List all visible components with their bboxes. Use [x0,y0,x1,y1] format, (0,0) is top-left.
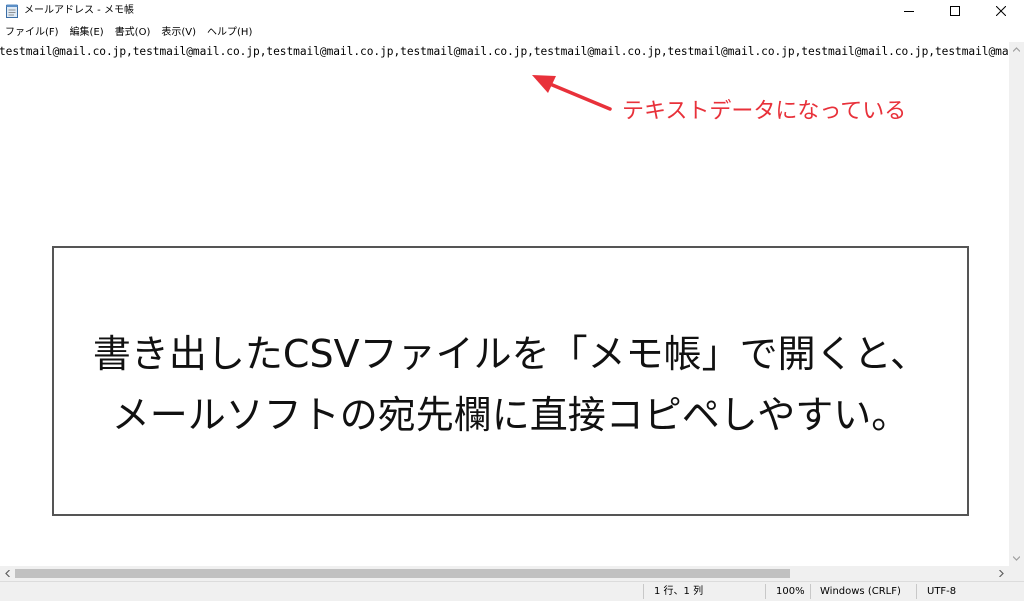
red-arrow-annotation [532,75,612,111]
maximize-button[interactable] [932,0,978,22]
status-encoding: UTF-8 [927,586,957,597]
note-box: 書き出したCSVファイルを「メモ帳」で開くと、 メールソフトの宛先欄に直接コピペ… [52,246,969,516]
status-separator [765,584,766,599]
status-cursor-position: 1 行、1 列 [654,586,704,597]
notepad-icon [6,4,18,18]
title-bar[interactable]: メールアドレス - メモ帳 [0,0,1024,22]
status-line-ending: Windows (CRLF) [820,586,901,597]
window-title: メールアドレス - メモ帳 [24,5,134,16]
scroll-down-button[interactable] [1009,551,1024,566]
menu-view[interactable]: 表示(V) [156,24,202,42]
scroll-up-button[interactable] [1009,42,1024,57]
chevron-left-icon [5,570,10,577]
callout-text: テキストデータになっている [622,99,907,124]
scrollbar-corner [1009,566,1024,581]
close-icon [996,6,1006,16]
status-separator [643,584,644,599]
maximize-icon [950,6,960,16]
minimize-button[interactable] [886,0,932,22]
status-separator [810,584,811,599]
menu-file[interactable]: ファイル(F) [0,24,65,42]
close-button[interactable] [978,0,1024,22]
status-separator [916,584,917,599]
editor-text-line: testmail@mail.co.jp,testmail@mail.co.jp,… [0,45,1009,58]
note-line-2: メールソフトの宛先欄に直接コピペしやすい。 [111,393,910,437]
vertical-scrollbar[interactable] [1009,42,1024,566]
scroll-right-button[interactable] [994,566,1009,581]
scroll-left-button[interactable] [0,566,15,581]
horizontal-scrollbar[interactable] [0,566,1009,581]
menu-bar: ファイル(F) 編集(E) 書式(O) 表示(V) ヘルプ(H) [0,24,1024,42]
menu-edit[interactable]: 編集(E) [65,24,110,42]
chevron-down-icon [1013,556,1020,561]
status-bar: 1 行、1 列 100% Windows (CRLF) UTF-8 [0,581,1024,601]
chevron-right-icon [999,570,1004,577]
note-line-1: 書き出したCSVファイルを「メモ帳」で開くと、 [92,332,929,376]
menu-format[interactable]: 書式(O) [110,24,157,42]
chevron-up-icon [1013,47,1020,52]
menu-help[interactable]: ヘルプ(H) [202,24,258,42]
minimize-icon [904,11,914,12]
status-zoom: 100% [776,586,805,597]
horizontal-scroll-thumb[interactable] [15,569,790,578]
